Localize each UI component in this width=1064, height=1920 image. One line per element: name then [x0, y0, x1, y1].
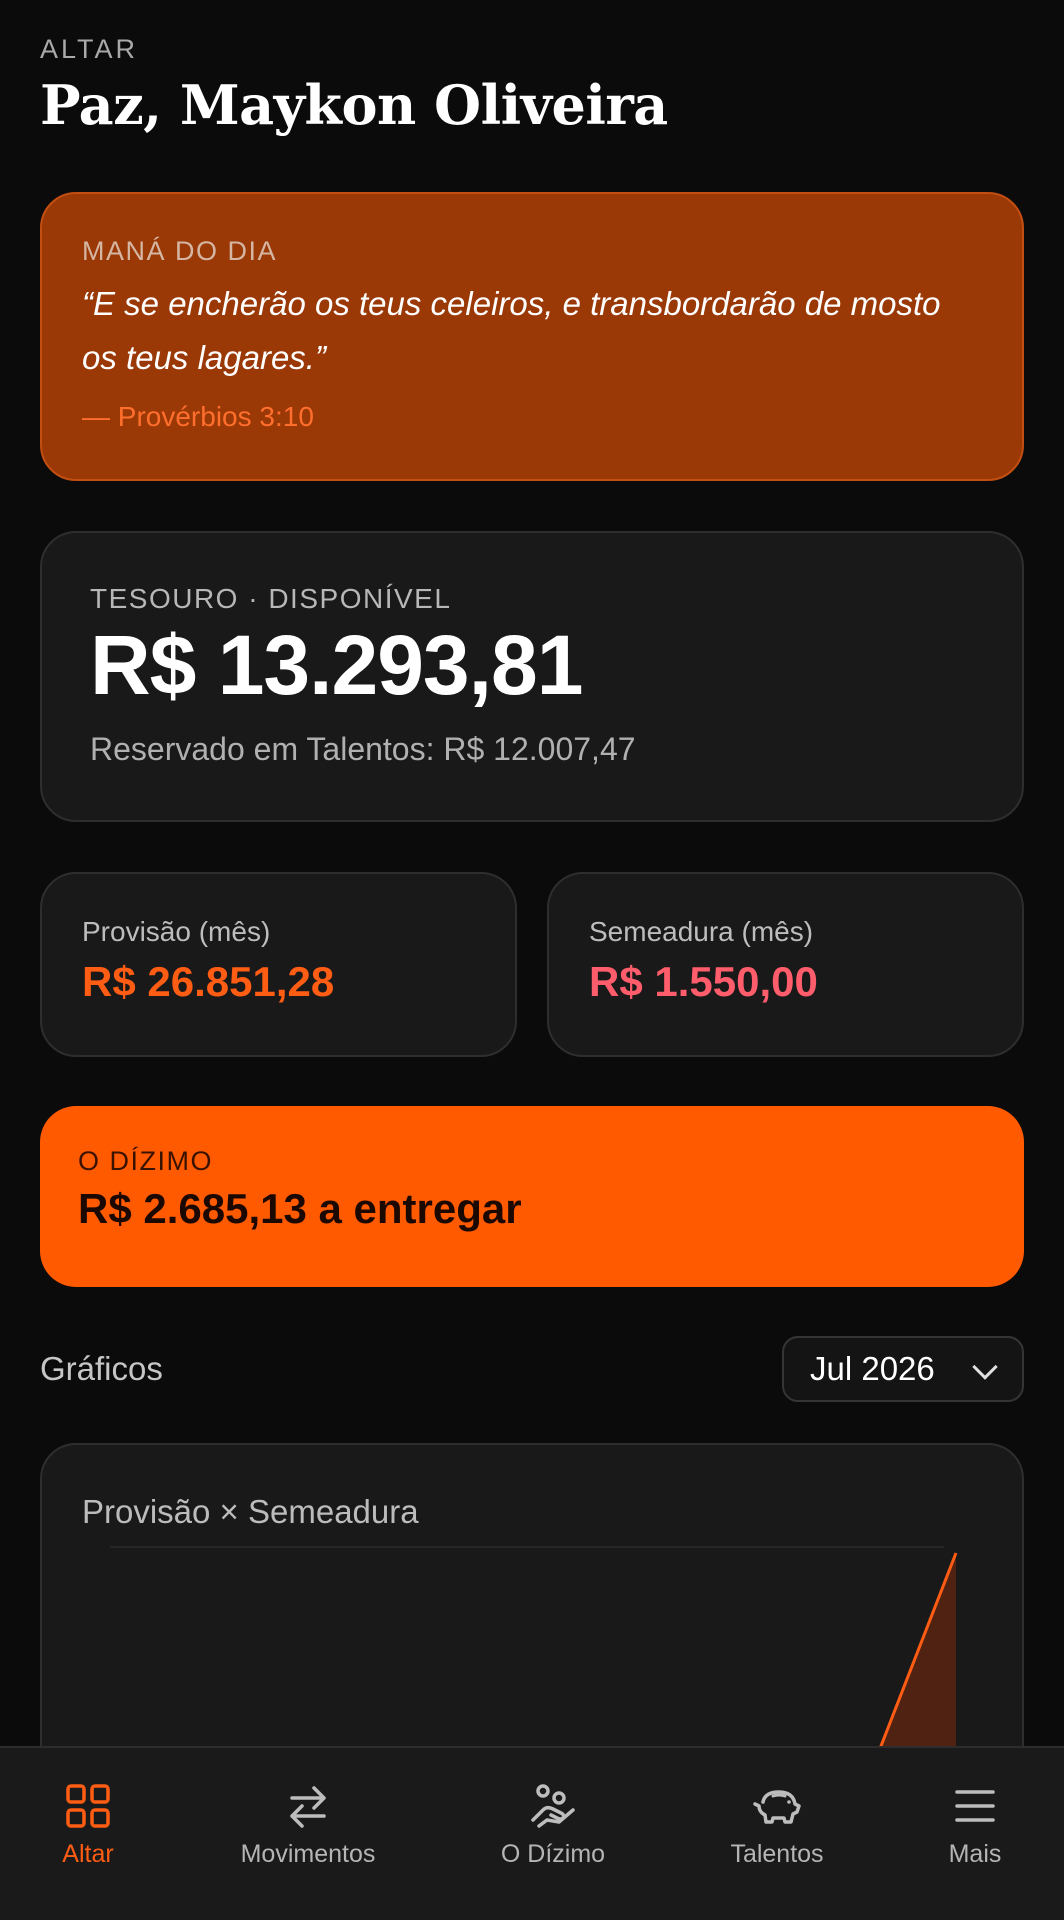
- nav-item-altar[interactable]: Altar: [48, 1748, 128, 1920]
- provision-value: R$ 26.851,28: [82, 958, 335, 1005]
- altar-screen: ALTAR Paz, Maykon Oliveira MANÁ DO DIA “…: [0, 0, 1064, 1920]
- sowing-label: Semeadura (mês): [589, 916, 814, 947]
- giving-hand-icon: [531, 1784, 575, 1828]
- page-title: Paz, Maykon Oliveira: [40, 73, 668, 137]
- balance-value: R$ 13.293,81: [90, 618, 583, 712]
- tithe-card[interactable]: O DÍZIMO R$ 2.685,13 a entregar: [40, 1106, 1024, 1287]
- treasury-balance-card[interactable]: TESOURO · DISPONÍVEL R$ 13.293,81 Reserv…: [40, 531, 1024, 822]
- charts-header: Gráficos Jul 2026: [40, 1336, 1024, 1402]
- grid-icon: [66, 1784, 110, 1828]
- provision-label: Provisão (mês): [82, 916, 271, 947]
- verse-reference: — Provérbios 3:10: [82, 401, 314, 432]
- nav-label-altar: Altar: [62, 1840, 114, 1868]
- section-eyebrow: ALTAR: [40, 34, 139, 64]
- nav-label-movimentos: Movimentos: [240, 1840, 376, 1868]
- verse-text: “E se encherão os teus celeiros, e trans…: [82, 285, 941, 376]
- daily-verse-card: MANÁ DO DIA “E se encherão os teus celei…: [40, 192, 1024, 481]
- transfer-arrows-icon: [290, 1786, 326, 1828]
- reserved-amount: Reservado em Talentos: R$ 12.007,47: [90, 731, 636, 767]
- verse-label: MANÁ DO DIA: [82, 236, 278, 266]
- nav-label-mais: Mais: [948, 1840, 1002, 1868]
- charts-title: Gráficos: [40, 1350, 163, 1387]
- nav-item-dizimo[interactable]: O Dízimo: [497, 1748, 609, 1920]
- sowing-value: R$ 1.550,00: [589, 958, 818, 1005]
- sowing-card[interactable]: Semeadura (mês) R$ 1.550,00: [547, 872, 1024, 1057]
- balance-label: TESOURO · DISPONÍVEL: [90, 583, 452, 614]
- nav-item-movimentos[interactable]: Movimentos: [238, 1748, 378, 1920]
- tithe-label: O DÍZIMO: [78, 1146, 213, 1176]
- menu-icon: [955, 1790, 995, 1822]
- piggy-bank-icon: [753, 1790, 801, 1824]
- month-select-value: Jul 2026: [810, 1350, 935, 1387]
- nav-label-dizimo: O Dízimo: [500, 1840, 606, 1868]
- bottom-nav: Altar Movimentos O Dízimo Talentos Mais: [0, 1746, 1064, 1920]
- provision-card[interactable]: Provisão (mês) R$ 26.851,28: [40, 872, 517, 1057]
- nav-item-mais[interactable]: Mais: [935, 1748, 1015, 1920]
- tithe-value: R$ 2.685,13 a entregar: [78, 1185, 522, 1232]
- nav-label-talentos: Talentos: [730, 1840, 824, 1868]
- page-header: ALTAR Paz, Maykon Oliveira: [40, 34, 668, 137]
- month-select[interactable]: Jul 2026: [782, 1336, 1024, 1402]
- nav-item-talentos[interactable]: Talentos: [727, 1748, 827, 1920]
- chevron-down-icon: [972, 1354, 998, 1380]
